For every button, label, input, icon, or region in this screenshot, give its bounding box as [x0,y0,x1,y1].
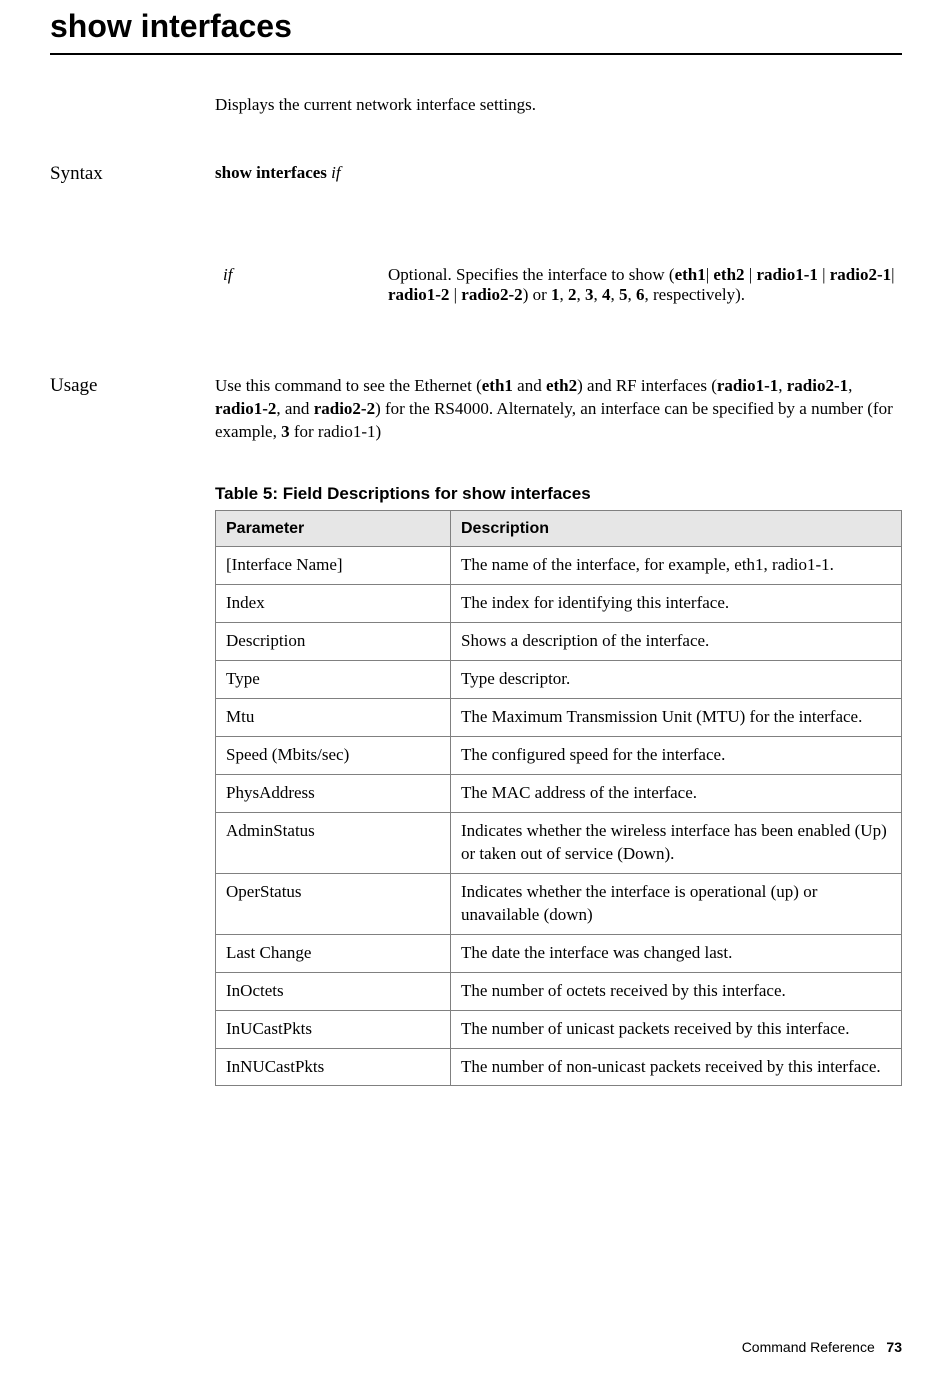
td-param: PhysAddress [216,775,451,813]
td-param: Last Change [216,934,451,972]
footer-text: Command Reference [742,1339,875,1355]
param-name: if [223,265,388,305]
td-desc: Type descriptor. [451,661,902,699]
td-desc: The number of octets received by this in… [451,972,902,1010]
table-row: Last ChangeThe date the interface was ch… [216,934,902,972]
td-desc: The date the interface was changed last. [451,934,902,972]
title-rule [50,53,902,55]
table-row: MtuThe Maximum Transmission Unit (MTU) f… [216,699,902,737]
td-desc: Indicates whether the wireless interface… [451,812,902,873]
td-param: Mtu [216,699,451,737]
table-row: TypeType descriptor. [216,661,902,699]
table-row: IndexThe index for identifying this inte… [216,585,902,623]
table-row: AdminStatusIndicates whether the wireles… [216,812,902,873]
syntax-command: show interfaces [215,163,331,182]
syntax-arg: if [331,163,340,182]
param-description: Optional. Specifies the interface to sho… [388,265,902,305]
table-header-row: Parameter Description [216,510,902,547]
td-param: [Interface Name] [216,547,451,585]
table-row: InOctetsThe number of octets received by… [216,972,902,1010]
td-desc: The MAC address of the interface. [451,775,902,813]
td-desc: Shows a description of the interface. [451,623,902,661]
usage-text: Use this command to see the Ethernet (et… [215,375,902,444]
table-caption: Table 5: Field Descriptions for show int… [215,484,902,504]
td-desc: The name of the interface, for example, … [451,547,902,585]
td-param: Description [216,623,451,661]
table-row: DescriptionShows a description of the in… [216,623,902,661]
th-description: Description [451,510,902,547]
syntax-section: Syntax show interfaces if [50,163,902,233]
syntax-definition: show interfaces if [215,163,902,183]
usage-section: Usage Use this command to see the Ethern… [50,375,902,444]
usage-label: Usage [50,375,215,444]
td-desc: The number of unicast packets received b… [451,1010,902,1048]
param-definition: if Optional. Specifies the interface to … [215,265,902,305]
td-desc: The number of non-unicast packets receiv… [451,1048,902,1086]
td-param: AdminStatus [216,812,451,873]
td-desc: The Maximum Transmission Unit (MTU) for … [451,699,902,737]
page-title: show interfaces [50,8,902,45]
td-desc: Indicates whether the interface is opera… [451,873,902,934]
td-param: InOctets [216,972,451,1010]
page-footer: Command Reference 73 [742,1339,902,1355]
td-param: InNUCastPkts [216,1048,451,1086]
footer-page-number: 73 [886,1339,902,1355]
td-param: InUCastPkts [216,1010,451,1048]
field-description-table: Parameter Description [Interface Name]Th… [215,510,902,1087]
td-desc: The configured speed for the interface. [451,737,902,775]
table-row: OperStatusIndicates whether the interfac… [216,873,902,934]
syntax-label: Syntax [50,163,215,233]
td-param: Speed (Mbits/sec) [216,737,451,775]
intro-text: Displays the current network interface s… [215,95,902,115]
td-desc: The index for identifying this interface… [451,585,902,623]
td-param: Type [216,661,451,699]
td-param: Index [216,585,451,623]
table-row: InNUCastPktsThe number of non-unicast pa… [216,1048,902,1086]
table-row: PhysAddressThe MAC address of the interf… [216,775,902,813]
th-parameter: Parameter [216,510,451,547]
td-param: OperStatus [216,873,451,934]
content-area: Displays the current network interface s… [50,95,902,1086]
table-row: Speed (Mbits/sec)The configured speed fo… [216,737,902,775]
table-row: [Interface Name]The name of the interfac… [216,547,902,585]
table-row: InUCastPktsThe number of unicast packets… [216,1010,902,1048]
